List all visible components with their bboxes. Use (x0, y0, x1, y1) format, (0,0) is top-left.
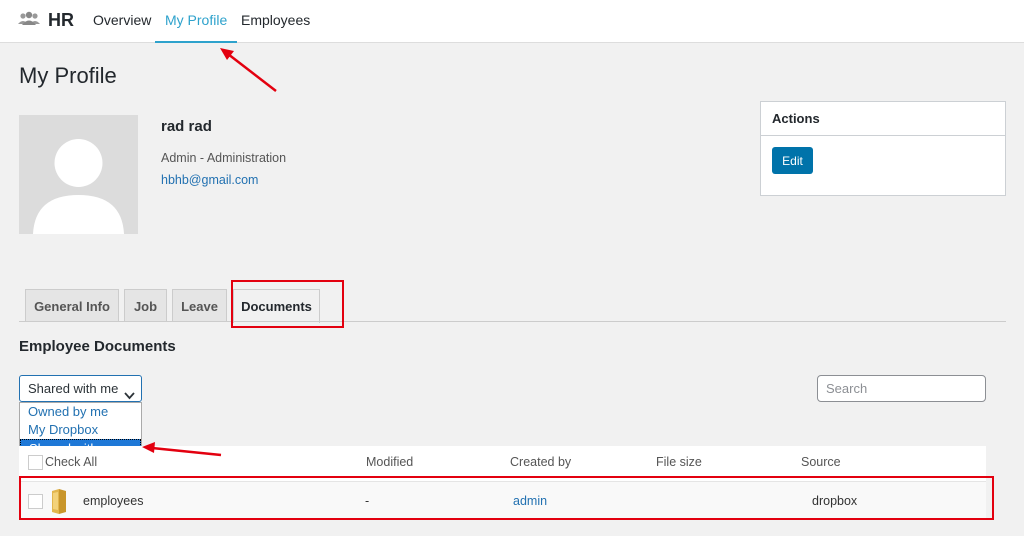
column-header-file-size: File size (656, 455, 702, 469)
brand-label: HR (48, 10, 74, 30)
actions-title: Actions (761, 102, 1005, 136)
document-source: dropbox (812, 494, 858, 508)
users-icon (18, 10, 40, 31)
documents-table: Check All Modified Created by File size … (19, 446, 986, 520)
avatar-placeholder-icon (19, 115, 138, 234)
edit-button[interactable]: Edit (772, 147, 813, 174)
folder-icon (50, 489, 68, 519)
column-header-source: Source (801, 455, 841, 469)
tabs-divider (19, 321, 1006, 322)
column-header-modified: Modified (366, 455, 414, 469)
nav-my-profile[interactable]: My Profile (155, 0, 238, 43)
filter-option-owned-by-me[interactable]: Owned by me (20, 403, 141, 421)
tab-leave[interactable]: Leave (172, 289, 227, 322)
tab-general-info[interactable]: General Info (25, 289, 119, 322)
profile-name: rad rad (161, 118, 212, 135)
document-filter-select[interactable]: Shared with me (19, 375, 142, 402)
profile-role: Admin - Administration (161, 151, 287, 165)
tab-job[interactable]: Job (124, 289, 167, 322)
page-title: My Profile (19, 63, 117, 88)
tab-documents[interactable]: Documents (233, 289, 320, 323)
nav-employees[interactable]: Employees (231, 0, 320, 43)
nav-overview[interactable]: Overview (83, 0, 161, 43)
top-nav-bar: HR Overview My Profile Employees (0, 0, 1024, 43)
document-created-by-link[interactable]: admin (513, 494, 547, 508)
filter-option-my-dropbox[interactable]: My Dropbox (20, 421, 141, 439)
section-title: Employee Documents (19, 338, 176, 355)
check-all-checkbox[interactable] (28, 455, 43, 470)
column-header-check-all[interactable]: Check All (45, 455, 97, 469)
arrow-to-my-profile (220, 48, 277, 92)
search-input[interactable] (817, 375, 986, 402)
filter-selected-value: Shared with me (28, 381, 119, 396)
row-checkbox[interactable] (28, 494, 43, 509)
brand[interactable]: HR (18, 10, 74, 31)
actions-panel: Actions Edit (760, 101, 1006, 196)
avatar (19, 115, 138, 234)
column-header-created-by: Created by (510, 455, 572, 469)
document-name[interactable]: employees (83, 494, 143, 508)
table-row[interactable]: employees - admin dropbox (19, 481, 986, 520)
profile-email-link[interactable]: hbhb@gmail.com (161, 173, 258, 187)
document-modified: - (365, 494, 370, 508)
